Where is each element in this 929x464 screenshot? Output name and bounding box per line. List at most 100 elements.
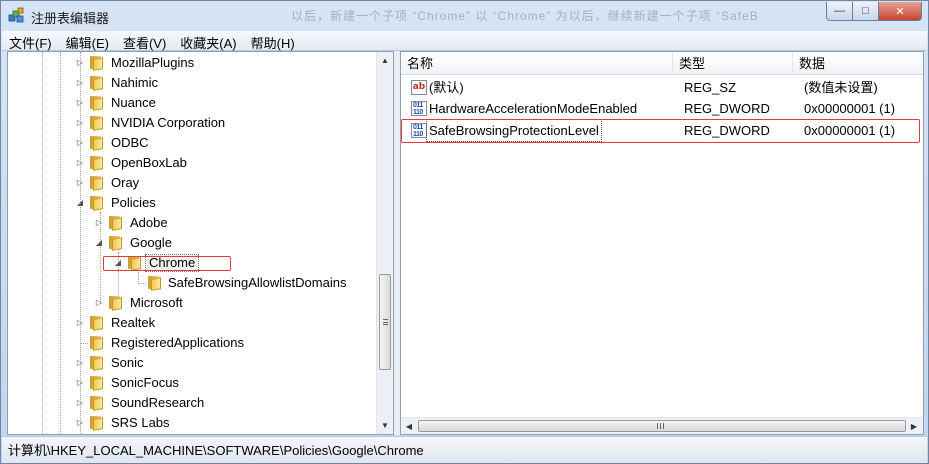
main-content: ▷ MozillaPlugins ▷ Nahimic ▷ Nuance ▷ NV… [7, 51, 924, 435]
tree-item[interactable]: ▷ Sonic [8, 353, 378, 373]
tree-item[interactable]: ▷ Nuance [8, 93, 378, 113]
folder-icon [88, 135, 104, 151]
expand-arrow-icon[interactable]: ▷ [76, 379, 84, 387]
folder-icon [88, 175, 104, 191]
expand-arrow-icon[interactable]: ▷ [76, 359, 84, 367]
menu-view[interactable]: 查看(V) [116, 31, 173, 51]
tree-item[interactable]: ▷ OpenBoxLab [8, 153, 378, 173]
tree-item-label: NVIDIA Corporation [111, 115, 226, 130]
tree-item[interactable]: ▷ Oray [8, 173, 378, 193]
title-bar[interactable]: 注册表编辑器 以后，新建一个子项 “Chrome” 以 “Chrome” 为以后… [1, 1, 928, 31]
tree-item-label: Sonic [111, 355, 144, 370]
scroll-thumb[interactable] [418, 420, 906, 432]
expand-arrow-icon[interactable]: ▷ [76, 179, 84, 187]
tree-item[interactable]: ▷ Microsoft [8, 293, 378, 313]
grip-icon [657, 423, 664, 429]
folder-open-icon [107, 235, 123, 251]
tree-item[interactable]: ▷ NVIDIA Corporation [8, 113, 378, 133]
expand-arrow-icon[interactable]: ▷ [76, 319, 84, 327]
value-type: REG_DWORD [684, 101, 770, 116]
folder-icon [88, 415, 104, 431]
menu-file[interactable]: 文件(F) [2, 31, 59, 51]
minimize-button[interactable]: — [826, 2, 853, 21]
tree-item-label: SRS Labs [111, 415, 170, 430]
menu-edit[interactable]: 编辑(E) [59, 31, 116, 51]
tree-item-label: OpenBoxLab [111, 155, 187, 170]
column-header-data[interactable]: 数据 [793, 52, 923, 75]
tree-item[interactable]: ▷ Adobe [8, 213, 378, 233]
tree-item[interactable]: ▷ ODBC [8, 133, 378, 153]
close-button[interactable]: ✕ [879, 2, 922, 21]
window-title: 注册表编辑器 [31, 11, 110, 26]
folder-icon [88, 395, 104, 411]
tree-item-label: Nahimic [111, 75, 158, 90]
menu-bar: 文件(F) 编辑(E) 查看(V) 收藏夹(A) 帮助(H) [2, 31, 927, 51]
collapse-arrow-icon[interactable]: ◢ [76, 199, 84, 207]
column-header-name[interactable]: 名称 [401, 52, 673, 75]
expand-arrow-icon[interactable]: ▷ [95, 219, 103, 227]
tree-item-label: Policies [111, 195, 156, 210]
expand-arrow-icon[interactable]: ▷ [76, 79, 84, 87]
expand-arrow-icon[interactable]: ▷ [76, 419, 84, 427]
background-hint-text: 以后，新建一个子项 “Chrome” 以 “Chrome” 为以后，继续新建一个… [291, 9, 759, 23]
tree-item-google[interactable]: ◢ Google [8, 233, 378, 253]
registry-editor-window: 注册表编辑器 以后，新建一个子项 “Chrome” 以 “Chrome” 为以后… [0, 0, 929, 464]
tree-item[interactable]: ▷ MozillaPlugins [8, 53, 378, 73]
tree-item-label: Adobe [130, 215, 168, 230]
column-header-row: 名称 类型 数据 [401, 52, 923, 75]
scroll-left-arrow-icon[interactable]: ◀ [401, 418, 417, 434]
value-data: 0x00000001 (1) [804, 101, 896, 116]
caption-buttons: — □ ✕ [826, 2, 922, 22]
expand-arrow-icon[interactable]: ▷ [76, 119, 84, 127]
tree-item-label: Realtek [111, 315, 156, 330]
value-row[interactable]: 011 110 HardwareAccelerationModeEnabled … [401, 98, 923, 119]
tree-item[interactable]: SafeBrowsingAllowlistDomains [8, 273, 378, 293]
value-type: REG_SZ [684, 80, 737, 95]
tree-vertical-scrollbar[interactable]: ▲ ▼ [376, 52, 393, 434]
expand-arrow-icon[interactable]: ▷ [76, 139, 84, 147]
tree-item[interactable]: ▷ Realtek [8, 313, 378, 333]
folder-icon [88, 355, 104, 371]
menu-help[interactable]: 帮助(H) [244, 31, 302, 51]
tree-item[interactable]: ▷ Nahimic [8, 73, 378, 93]
column-header-type[interactable]: 类型 [673, 52, 793, 75]
expand-arrow-icon[interactable]: ▷ [76, 99, 84, 107]
tree-item-label: ODBC [111, 135, 149, 150]
tree-item[interactable]: ▷ SonicFocus [8, 373, 378, 393]
tree-line [80, 343, 88, 344]
value-name: HardwareAccelerationModeEnabled [429, 101, 638, 116]
scroll-right-arrow-icon[interactable]: ▶ [906, 418, 922, 434]
tree-item-label: SafeBrowsingAllowlistDomains [168, 275, 347, 290]
status-path: 计算机\HKEY_LOCAL_MACHINE\SOFTWARE\Policies… [8, 443, 424, 458]
string-value-icon: ab [411, 80, 427, 95]
folder-icon [146, 275, 162, 291]
tree-item-policies[interactable]: ◢ Policies [8, 193, 378, 213]
scroll-down-arrow-icon[interactable]: ▼ [377, 417, 393, 434]
expand-arrow-icon[interactable]: ▷ [76, 59, 84, 67]
status-bar: 计算机\HKEY_LOCAL_MACHINE\SOFTWARE\Policies… [2, 436, 927, 463]
tree-item-label: RegisteredApplications [111, 335, 244, 350]
scroll-up-arrow-icon[interactable]: ▲ [377, 52, 393, 69]
tree-item[interactable]: RegisteredApplications [8, 333, 378, 353]
values-list-pane[interactable]: 名称 类型 数据 ab (默认) REG_SZ (数值未设置) 011 110 … [400, 51, 924, 435]
expand-arrow-icon[interactable]: ▷ [76, 399, 84, 407]
menu-favorites[interactable]: 收藏夹(A) [173, 31, 243, 51]
tree-line [138, 283, 146, 284]
folder-icon [88, 155, 104, 171]
collapse-arrow-icon[interactable]: ◢ [95, 239, 103, 247]
tree-item[interactable]: ▷ SRS Labs [8, 413, 378, 433]
maximize-button[interactable]: □ [853, 2, 879, 21]
value-data: (数值未设置) [804, 80, 878, 95]
value-row[interactable]: ab (默认) REG_SZ (数值未设置) [401, 77, 923, 98]
folder-icon [107, 295, 123, 311]
tree-item[interactable]: ▷ SoundResearch [8, 393, 378, 413]
expand-arrow-icon[interactable]: ▷ [95, 299, 103, 307]
tree-item-label: SonicFocus [111, 375, 179, 390]
expand-arrow-icon[interactable]: ▷ [76, 159, 84, 167]
list-horizontal-scrollbar[interactable]: ◀ ▶ [401, 417, 923, 434]
tree-item-label: Oray [111, 175, 140, 190]
tree-item-label: Nuance [111, 95, 156, 110]
folder-icon [107, 215, 123, 231]
scroll-thumb[interactable] [379, 274, 391, 370]
key-tree-pane[interactable]: ▷ MozillaPlugins ▷ Nahimic ▷ Nuance ▷ NV… [7, 51, 394, 435]
